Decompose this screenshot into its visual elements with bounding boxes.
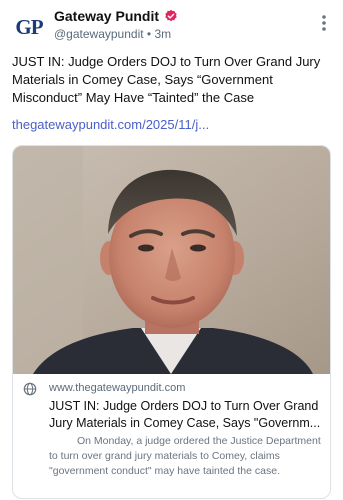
card-title: JUST IN: Judge Orders DOJ to Turn Over G… xyxy=(49,399,321,430)
post-time: 3m xyxy=(154,27,172,41)
post-link[interactable]: thegatewaypundit.com/2025/11/j... xyxy=(12,117,209,132)
handle-row: @gatewaypundit • 3m xyxy=(54,27,171,41)
author-handle[interactable]: @gatewaypundit xyxy=(54,27,144,41)
author-row: Gateway Pundit xyxy=(54,8,178,24)
link-preview-card[interactable]: www.thegatewaypundit.com JUST IN: Judge … xyxy=(12,145,331,499)
avatar[interactable]: GP xyxy=(12,10,46,44)
author-name[interactable]: Gateway Pundit xyxy=(54,8,159,24)
separator-dot: • xyxy=(146,27,152,41)
globe-icon xyxy=(23,382,37,396)
card-meta: www.thegatewaypundit.com JUST IN: Judge … xyxy=(13,374,330,498)
avatar-initials: GP xyxy=(15,14,43,39)
card-domain: www.thegatewaypundit.com xyxy=(49,382,186,394)
more-options-icon[interactable] xyxy=(321,14,327,32)
post-text: JUST IN: Judge Orders DOJ to Turn Over G… xyxy=(12,54,321,105)
card-description: On Monday, a judge ordered the Justice D… xyxy=(49,435,321,477)
verified-badge-icon xyxy=(165,9,177,22)
preview-image xyxy=(13,146,330,374)
